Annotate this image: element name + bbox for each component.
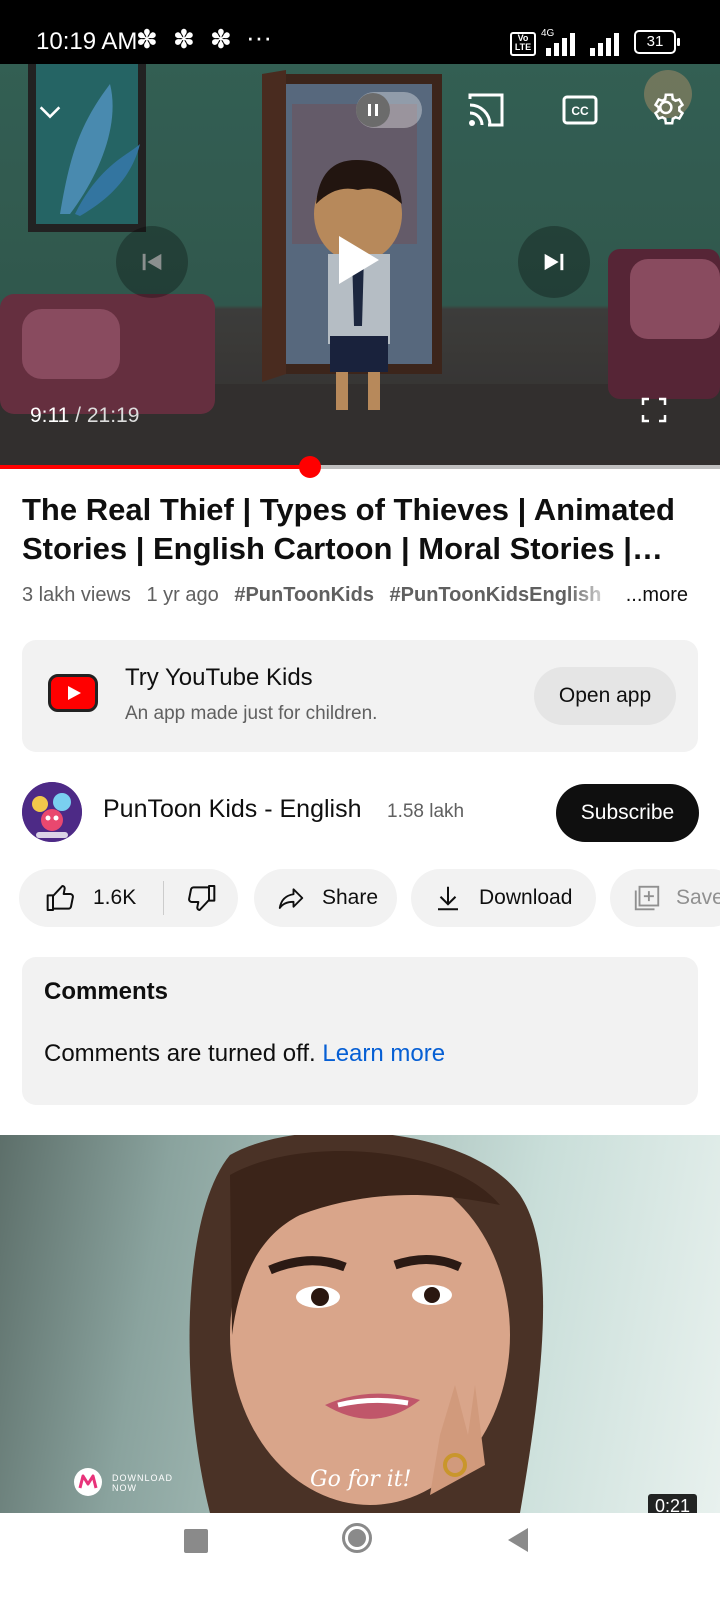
save-playlist-icon [634,885,660,911]
promo-subtitle: An app made just for children. [125,703,378,724]
myntra-logo-icon [74,1468,102,1496]
home-button-inner [348,1529,366,1547]
minimize-chevron-icon[interactable] [30,92,70,132]
comments-heading: Comments [44,978,169,1005]
system-navigation-bar [0,1513,720,1600]
time-display: 9:11 / 21:19 [30,404,139,428]
metadata-fade [567,584,617,614]
progress-fill [0,465,310,469]
notification-icons: ✽ ✽ ✽ [136,24,236,54]
svg-text:CC: CC [571,104,589,118]
open-app-button[interactable]: Open app [534,667,676,725]
like-dislike-group: 1.6K [19,869,238,927]
save-button[interactable]: Save [610,869,720,927]
download-label: Download [479,886,573,909]
youtube-kids-logo-icon [48,674,98,712]
signal-icon-2 [590,24,622,56]
ad-video-thumbnail[interactable] [0,1135,720,1513]
back-button[interactable] [506,1527,530,1553]
share-button[interactable]: Share [254,869,397,927]
previous-video-button[interactable] [116,226,188,298]
thumbs-up-icon [46,885,74,911]
video-metadata[interactable]: 3 lakh views 1 yr ago #PunToonKids #PunT… [22,584,712,614]
learn-more-link[interactable]: Learn more [322,1040,445,1067]
total-duration: 21:19 [86,404,140,427]
comments-message-text: Comments are turned off. [44,1040,323,1067]
ad-thumbnail-image [189,1135,544,1513]
share-label: Share [322,886,379,909]
video-title[interactable]: The Real Thief | Types of Thieves | Anim… [22,490,702,568]
channel-name[interactable]: PunToon Kids - English [103,795,361,824]
subscribe-button[interactable]: Subscribe [556,784,699,842]
subscriber-count: 1.58 lakh [387,801,465,822]
download-button[interactable]: Download [411,869,596,927]
more-notifications-icon: ··· [246,22,272,52]
status-bar: 10:19 AM ✽ ✽ ✽ ··· Vo LTE 4G 31 [0,0,720,64]
more-description-link[interactable]: ...more [617,584,688,607]
share-arrow-icon [278,888,304,909]
like-count: 1.6K [93,886,137,909]
progress-scrubber[interactable] [298,456,321,478]
save-label: Save [676,886,720,909]
play-button[interactable] [318,220,398,300]
volte-icon: Vo LTE [510,32,536,56]
video-player[interactable]: CC 9:11 / 21:19 [0,64,720,466]
signal-icon [546,24,578,56]
battery-icon: 31 [634,30,680,54]
upload-age: 1 yr ago [146,584,219,606]
hashtag[interactable]: #PunToonKids [234,584,374,606]
thumbs-down-icon [188,885,216,911]
time-separator: / [69,404,87,427]
autoplay-toggle[interactable] [356,92,422,128]
status-time: 10:19 AM [36,28,138,55]
captions-icon[interactable]: CC [560,92,600,128]
channel-avatar[interactable] [22,782,82,842]
ad-cta-text: DOWNLOAD NOW [112,1473,174,1493]
dislike-button[interactable] [164,869,238,927]
recents-button[interactable] [184,1529,208,1553]
settings-gear-icon[interactable] [648,88,690,130]
view-count: 3 lakh views [22,584,131,606]
ad-slogan: Go for it! [310,1467,412,1492]
fullscreen-icon[interactable] [638,394,670,426]
promo-title: Try YouTube Kids [125,664,313,691]
next-video-button[interactable] [518,226,590,298]
cast-icon[interactable] [464,90,508,130]
pause-icon [356,93,390,127]
download-icon [438,886,458,911]
home-button[interactable] [342,1523,372,1553]
like-button[interactable]: 1.6K [19,869,163,927]
comments-disabled-message: Comments are turned off. Learn more [44,1040,445,1068]
current-time: 9:11 [30,404,70,427]
